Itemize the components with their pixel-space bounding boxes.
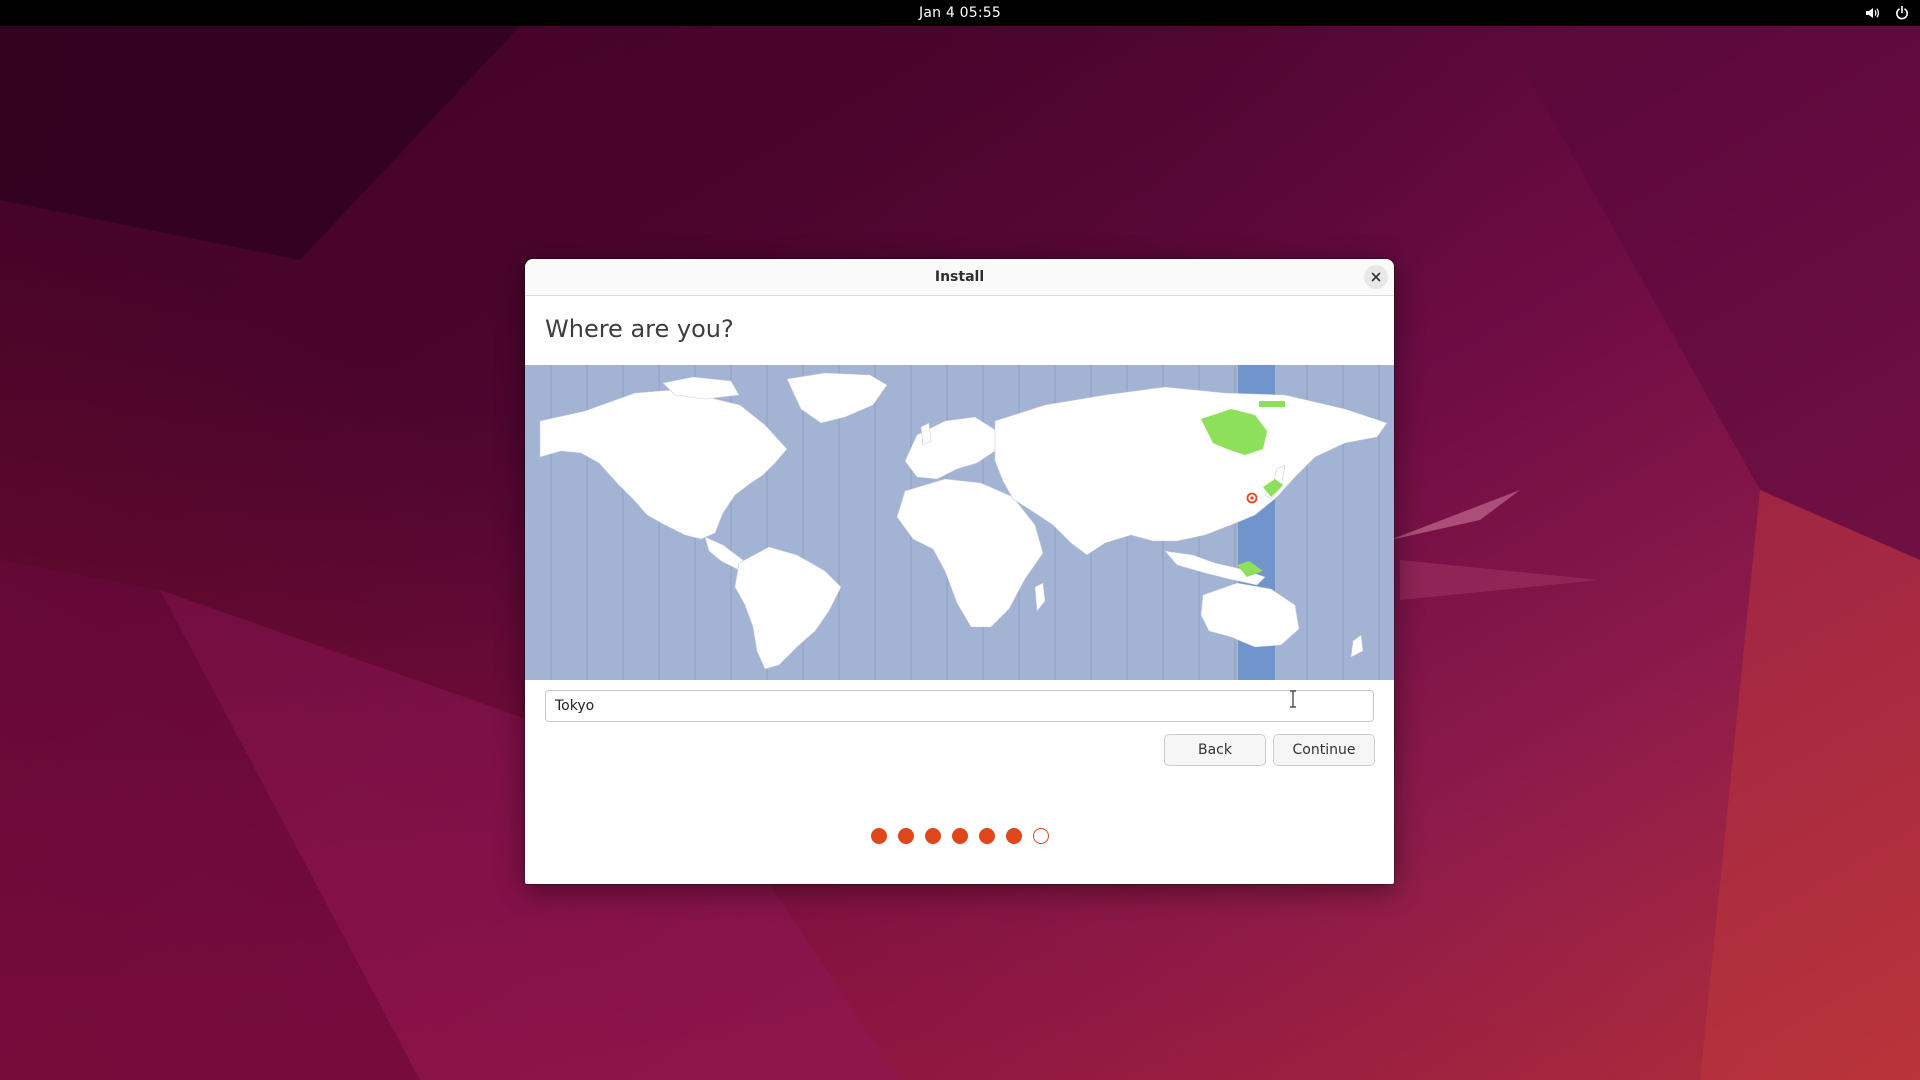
volume-icon[interactable] bbox=[1864, 5, 1880, 21]
window-title: Install bbox=[934, 269, 985, 285]
timezone-map[interactable] bbox=[525, 365, 1394, 680]
step-progress-indicator bbox=[525, 828, 1394, 844]
progress-dot-filled bbox=[924, 828, 941, 844]
window-header-bar: Install bbox=[525, 259, 1394, 296]
progress-dot-filled bbox=[951, 828, 968, 844]
back-button[interactable]: Back bbox=[1164, 734, 1266, 766]
progress-dot-filled bbox=[870, 828, 887, 844]
power-icon[interactable] bbox=[1894, 5, 1910, 21]
progress-dot-filled bbox=[897, 828, 914, 844]
close-button[interactable] bbox=[1364, 265, 1388, 289]
progress-dot-filled bbox=[1005, 828, 1022, 844]
continue-button[interactable]: Continue bbox=[1273, 734, 1375, 766]
close-icon bbox=[1371, 272, 1381, 282]
progress-dot-filled bbox=[978, 828, 995, 844]
clock[interactable]: Jan 4 05:55 bbox=[919, 5, 1001, 21]
top-bar: Jan 4 05:55 bbox=[0, 0, 1920, 26]
system-tray[interactable] bbox=[1864, 0, 1910, 26]
location-input[interactable] bbox=[545, 690, 1374, 722]
page-title: Where are you? bbox=[545, 315, 734, 343]
install-window: Install Where are you? Tokyo Back Contin… bbox=[525, 259, 1394, 884]
progress-dot-empty bbox=[1032, 828, 1049, 844]
